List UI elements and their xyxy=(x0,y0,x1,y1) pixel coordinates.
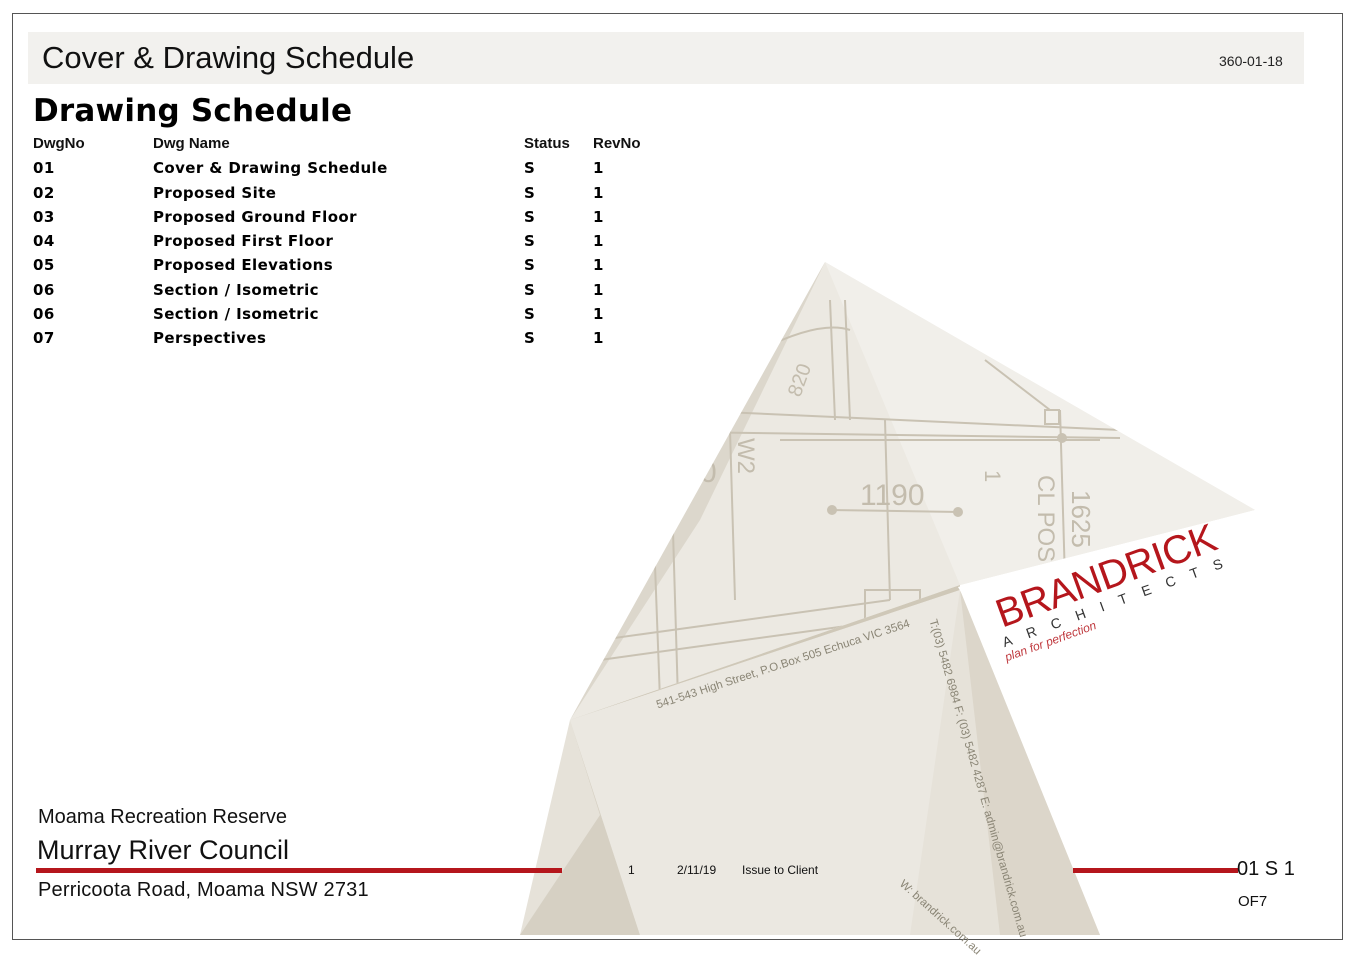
dwg-status: S xyxy=(524,280,536,299)
table-row: 07 Perspectives S 1 xyxy=(33,329,693,353)
drawing-schedule-table: DwgNo Dwg Name Status RevNo 01 Cover & D… xyxy=(33,135,693,354)
dwg-revision: 1 xyxy=(593,280,604,299)
dwg-name: Perspectives xyxy=(153,329,267,348)
dwg-number: 05 xyxy=(33,256,55,275)
dwg-number: 02 xyxy=(33,183,55,202)
column-header-dwg-name: Dwg Name xyxy=(153,135,230,152)
table-row: 01 Cover & Drawing Schedule S 1 xyxy=(33,159,693,183)
dwg-status: S xyxy=(524,232,536,251)
dwg-name: Proposed Elevations xyxy=(153,256,334,275)
dwg-revision: 1 xyxy=(593,207,604,226)
dwg-status: S xyxy=(524,305,536,324)
table-row: 06 Section / Isometric S 1 xyxy=(33,305,693,329)
dwg-name: Proposed Ground Floor xyxy=(153,207,357,226)
dwg-status: S xyxy=(524,329,536,348)
dwg-number: 06 xyxy=(33,305,55,324)
table-header-row: DwgNo Dwg Name Status RevNo xyxy=(33,135,693,159)
dwg-revision: 1 xyxy=(593,305,604,324)
table-row: 05 Proposed Elevations S 1 xyxy=(33,256,693,280)
dwg-name: Proposed First Floor xyxy=(153,232,334,251)
site-address: Perricoota Road, Moama NSW 2731 xyxy=(38,879,369,901)
dimension-label: W2 xyxy=(732,438,759,474)
sheet-total: OF7 xyxy=(1238,893,1268,910)
revision-description: Issue to Client xyxy=(742,863,819,877)
dwg-number: 06 xyxy=(33,280,55,299)
dimension-label: 1625 xyxy=(1066,490,1096,548)
project-name: Moama Recreation Reserve xyxy=(38,806,287,828)
table-row: 06 Section / Isometric S 1 xyxy=(33,281,693,305)
dimension-label: CL POS xyxy=(1032,475,1059,562)
dwg-revision: 1 xyxy=(593,256,604,275)
column-header-status: Status xyxy=(524,135,570,152)
title-block-rule-left xyxy=(36,868,562,873)
dwg-revision: 1 xyxy=(593,183,604,202)
client-name: Murray River Council xyxy=(37,835,290,865)
dwg-name: Section / Isometric xyxy=(153,280,319,299)
dwg-name: Cover & Drawing Schedule xyxy=(153,159,388,178)
dwg-revision: 1 xyxy=(593,159,604,178)
dwg-status: S xyxy=(524,256,536,275)
title-block-rule-right xyxy=(1073,868,1238,873)
sheet-code: 01 S 1 xyxy=(1237,858,1295,880)
dimension-label: 0 xyxy=(700,456,717,489)
dwg-status: S xyxy=(524,183,536,202)
dwg-number: 07 xyxy=(33,329,55,348)
dwg-status: S xyxy=(524,159,536,178)
dwg-revision: 1 xyxy=(593,232,604,251)
dimension-label: 1 xyxy=(980,470,1005,482)
dwg-number: 03 xyxy=(33,207,55,226)
schedule-heading: Drawing Schedule xyxy=(33,93,353,129)
dwg-name: Proposed Site xyxy=(153,183,277,202)
table-row: 04 Proposed First Floor S 1 xyxy=(33,232,693,256)
dwg-number: 01 xyxy=(33,159,55,178)
revision-date: 2/11/19 xyxy=(677,863,717,877)
revision-number: 1 xyxy=(628,863,635,877)
dwg-status: S xyxy=(524,207,536,226)
dwg-number: 04 xyxy=(33,232,55,251)
dwg-name: Section / Isometric xyxy=(153,305,319,324)
table-row: 02 Proposed Site S 1 xyxy=(33,184,693,208)
dimension-label: 1190 xyxy=(860,479,925,512)
column-header-revno: RevNo xyxy=(593,135,641,152)
table-row: 03 Proposed Ground Floor S 1 xyxy=(33,208,693,232)
dwg-revision: 1 xyxy=(593,329,604,348)
column-header-dwgno: DwgNo xyxy=(33,135,85,152)
